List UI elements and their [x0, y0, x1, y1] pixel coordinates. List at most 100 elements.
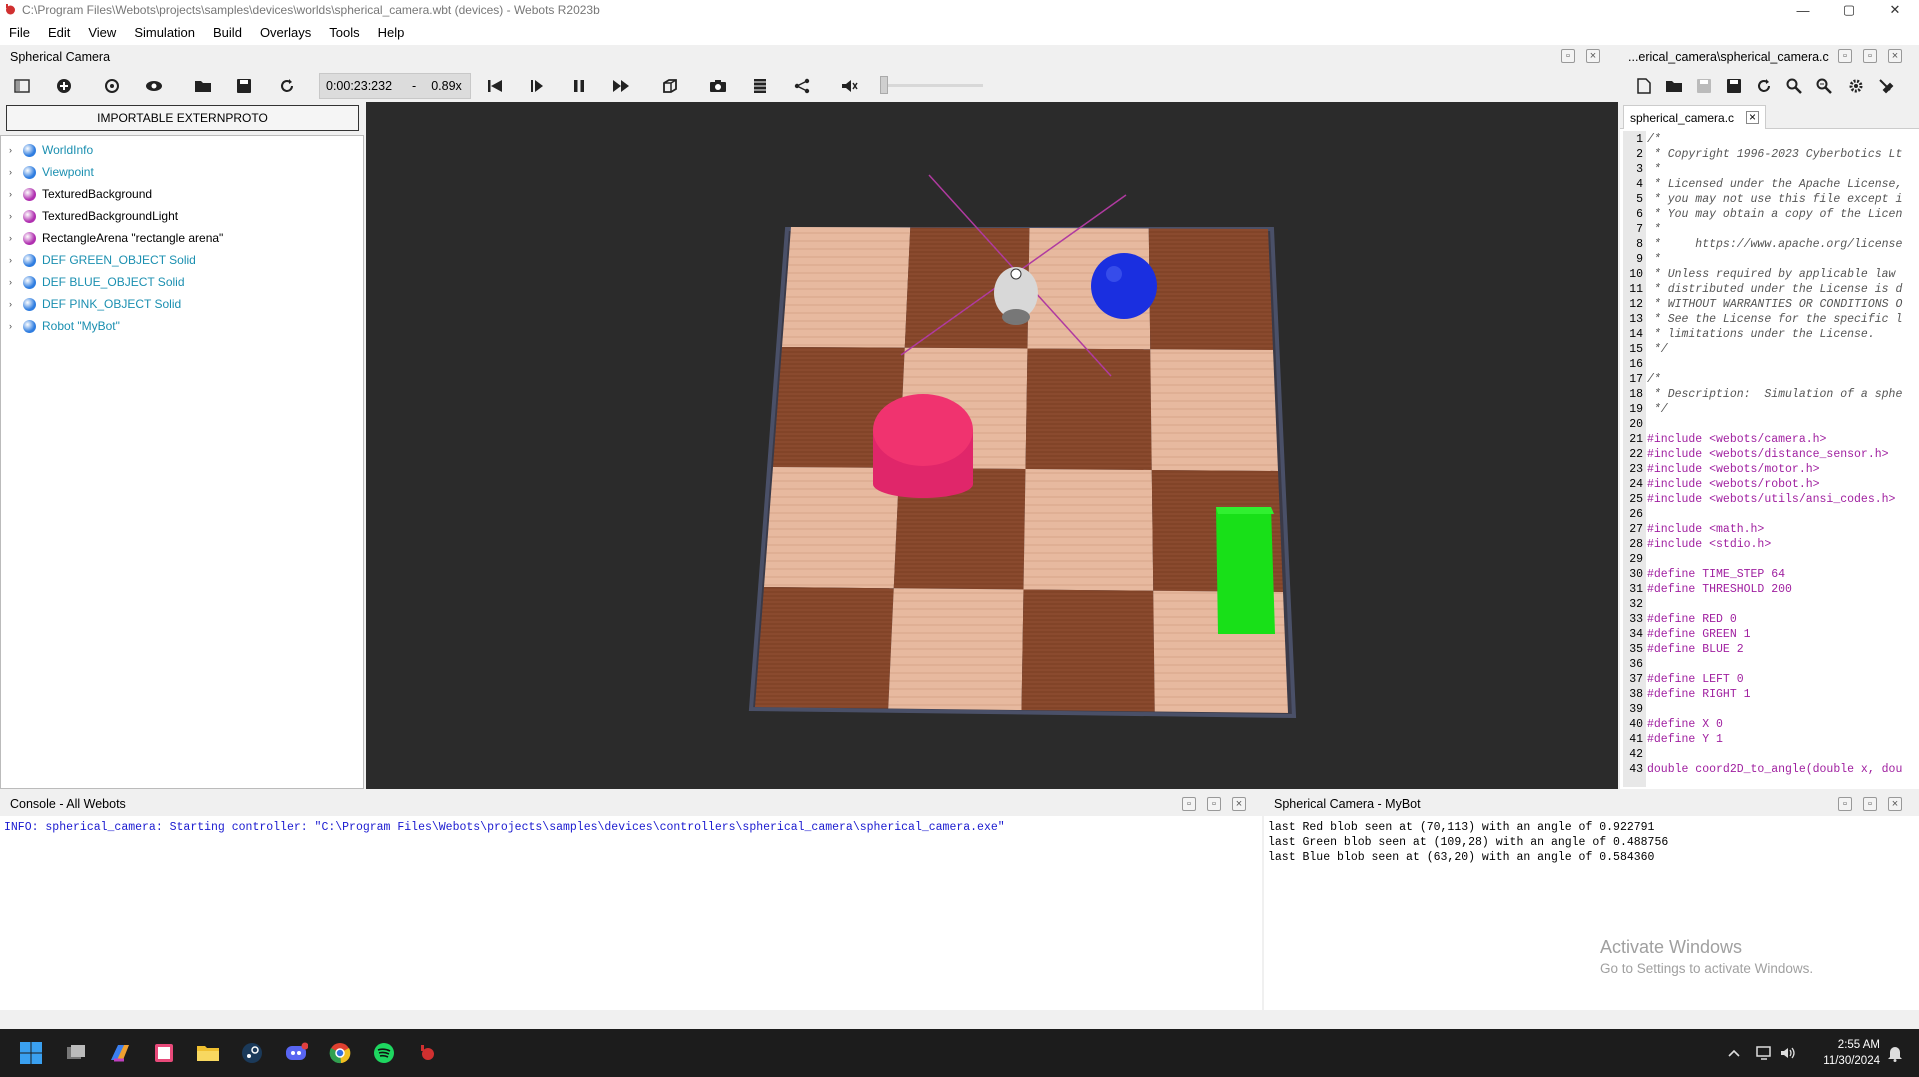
menu-tools[interactable]: Tools: [320, 25, 368, 40]
save-all-icon[interactable]: [1722, 74, 1746, 98]
pink-cylinder[interactable]: [873, 394, 973, 498]
add-node-icon[interactable]: [52, 74, 76, 98]
menu-overlays[interactable]: Overlays: [251, 25, 320, 40]
scene-tree-item[interactable]: › TexturedBackgroundLight: [9, 206, 178, 226]
fast-forward-icon[interactable]: [609, 74, 633, 98]
revert-file-icon[interactable]: [1752, 74, 1776, 98]
clean-broom-icon[interactable]: [1874, 74, 1898, 98]
share-icon[interactable]: [790, 74, 814, 98]
menu-simulation[interactable]: Simulation: [125, 25, 204, 40]
reset-simulation-icon[interactable]: [275, 74, 299, 98]
find-icon[interactable]: [1782, 74, 1806, 98]
console-close-icon[interactable]: ×: [1232, 797, 1246, 811]
robot-console-float-icon[interactable]: ▫: [1863, 797, 1877, 811]
robot-console-panel[interactable]: last Red blob seen at (70,113) with an a…: [1264, 816, 1919, 1010]
editor-close-icon[interactable]: ×: [1888, 49, 1902, 63]
volume-slider-handle[interactable]: [880, 76, 888, 94]
discord-icon[interactable]: [283, 1040, 309, 1066]
scene-tree-item[interactable]: › WorldInfo: [9, 140, 93, 160]
code-line: 34 #define GREEN 1: [1623, 627, 1919, 642]
node-type-icon: [23, 231, 36, 245]
pause-icon[interactable]: [567, 74, 591, 98]
file-explorer-icon[interactable]: [195, 1040, 221, 1066]
expand-chevron-icon[interactable]: ›: [9, 255, 23, 265]
scene-tree-item[interactable]: › DEF GREEN_OBJECT Solid: [9, 250, 196, 270]
menu-file[interactable]: File: [0, 25, 39, 40]
maximize-button[interactable]: ▢: [1826, 0, 1872, 20]
mute-sound-icon[interactable]: [838, 74, 862, 98]
expand-chevron-icon[interactable]: ›: [9, 211, 23, 221]
volume-icon[interactable]: [1775, 1040, 1801, 1066]
expand-chevron-icon[interactable]: ›: [9, 277, 23, 287]
code-line: 15 */: [1623, 342, 1919, 357]
save-file-disabled-icon[interactable]: [1692, 74, 1716, 98]
toggle-scene-tree-icon[interactable]: [10, 74, 34, 98]
view-eye-icon[interactable]: [142, 74, 166, 98]
open-file-icon[interactable]: [1662, 74, 1686, 98]
expand-chevron-icon[interactable]: ›: [9, 145, 23, 155]
console-panel[interactable]: INFO: spherical_camera: Starting control…: [0, 816, 1262, 1010]
notification-bell-icon[interactable]: [1882, 1040, 1908, 1066]
code-line: 11 * distributed under the License is d: [1623, 282, 1919, 297]
close-button[interactable]: ✕: [1872, 0, 1918, 20]
save-world-icon[interactable]: [232, 74, 256, 98]
reload-world-icon[interactable]: [100, 74, 124, 98]
chrome-icon[interactable]: [327, 1040, 353, 1066]
new-file-icon[interactable]: [1632, 74, 1656, 98]
robot-console-undock-icon[interactable]: ▫: [1838, 797, 1852, 811]
menu-build[interactable]: Build: [204, 25, 251, 40]
code-line: 12 * WITHOUT WARRANTIES OR CONDITIONS O: [1623, 297, 1919, 312]
3d-scene[interactable]: [366, 102, 1618, 789]
console-float-icon[interactable]: ▫: [1207, 797, 1221, 811]
close-panel-icon[interactable]: ×: [1586, 49, 1600, 63]
tab-close-icon[interactable]: ×: [1746, 111, 1759, 124]
scene-tree-item[interactable]: › TexturedBackground: [9, 184, 152, 204]
undock-icon[interactable]: ▫: [1561, 49, 1575, 63]
menu-view[interactable]: View: [79, 25, 125, 40]
editor-tab[interactable]: spherical_camera.c ×: [1623, 105, 1766, 129]
green-box[interactable]: [1216, 507, 1275, 634]
rendering-icon[interactable]: [658, 74, 682, 98]
open-world-icon[interactable]: [191, 74, 215, 98]
expand-chevron-icon[interactable]: ›: [9, 321, 23, 331]
scene-tree-item[interactable]: › Robot "MyBot": [9, 316, 120, 336]
steam-icon[interactable]: [239, 1040, 265, 1066]
windows-start-icon[interactable]: [18, 1040, 44, 1066]
scene-tree-item[interactable]: › Viewpoint: [9, 162, 94, 182]
console-undock-icon[interactable]: ▫: [1182, 797, 1196, 811]
node-type-icon: [23, 319, 36, 333]
step-back-icon[interactable]: [483, 74, 507, 98]
code-text-area[interactable]: 1/* 2 * Copyright 1996-2023 Cyberbotics L…: [1623, 131, 1919, 787]
replace-icon[interactable]: [1812, 74, 1836, 98]
copilot-icon[interactable]: [107, 1040, 133, 1066]
minimize-button[interactable]: —: [1780, 0, 1826, 20]
task-view-icon[interactable]: [63, 1040, 89, 1066]
importable-externproto-button[interactable]: IMPORTABLE EXTERNPROTO: [6, 105, 359, 131]
menu-edit[interactable]: Edit: [39, 25, 79, 40]
node-type-icon: [23, 187, 36, 201]
volume-slider-track[interactable]: [880, 84, 983, 87]
editor-undock-icon[interactable]: ▫: [1838, 49, 1852, 63]
3d-view[interactable]: [366, 102, 1618, 789]
scene-tree-item[interactable]: › RectangleArena "rectangle arena": [9, 228, 223, 248]
expand-chevron-icon[interactable]: ›: [9, 233, 23, 243]
taskbar-clock[interactable]: 2:55 AM 11/30/2024: [1808, 1037, 1880, 1069]
expand-chevron-icon[interactable]: ›: [9, 299, 23, 309]
build-gear-icon[interactable]: [1844, 74, 1868, 98]
scene-tree-item[interactable]: › DEF BLUE_OBJECT Solid: [9, 272, 185, 292]
network-icon[interactable]: [1751, 1040, 1777, 1066]
blue-sphere[interactable]: [1091, 253, 1157, 319]
robot-console-close-icon[interactable]: ×: [1888, 797, 1902, 811]
expand-chevron-icon[interactable]: ›: [9, 167, 23, 177]
record-movie-icon[interactable]: [748, 74, 772, 98]
editor-float-icon[interactable]: ▫: [1863, 49, 1877, 63]
show-hidden-icons-chevron-icon[interactable]: [1721, 1040, 1747, 1066]
spotify-icon[interactable]: [371, 1040, 397, 1066]
scene-tree-item[interactable]: › DEF PINK_OBJECT Solid: [9, 294, 181, 314]
webots-taskbar-icon[interactable]: [415, 1040, 441, 1066]
expand-chevron-icon[interactable]: ›: [9, 189, 23, 199]
screenshot-camera-icon[interactable]: [706, 74, 730, 98]
play-icon[interactable]: [525, 74, 549, 98]
snipping-tool-icon[interactable]: [151, 1040, 177, 1066]
menu-help[interactable]: Help: [369, 25, 414, 40]
